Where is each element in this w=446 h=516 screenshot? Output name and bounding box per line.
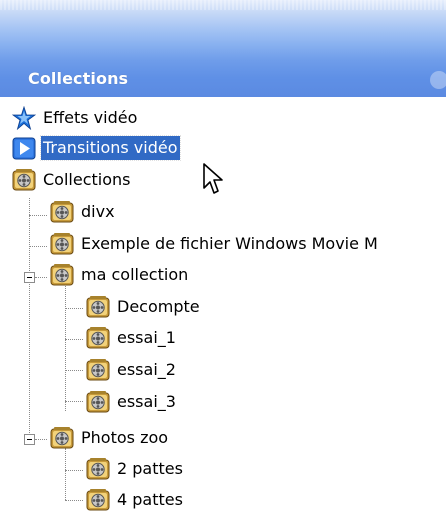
film-reel-icon [86, 295, 110, 319]
tree-item-label: Photos zoo [81, 428, 169, 447]
tree-line [29, 198, 30, 439]
collapse-toggle[interactable] [24, 434, 35, 445]
tree-line [35, 277, 47, 278]
tree-item-label: essai_3 [117, 392, 176, 411]
tree-item-transitions-video[interactable]: Transitions vidéo [12, 133, 181, 163]
film-reel-icon [50, 426, 74, 450]
film-reel-icon [86, 457, 110, 481]
film-reel-icon [86, 390, 110, 414]
film-reel-icon [50, 232, 74, 256]
tree-line [29, 215, 47, 216]
tree-item-collections[interactable]: Collections [12, 165, 132, 195]
collections-tree: Effets vidéo Transitions vidéo Collectio… [0, 97, 446, 516]
collapse-chevron-icon[interactable] [430, 71, 446, 89]
film-reel-icon [86, 488, 110, 512]
tree-item-divx[interactable]: divx [50, 197, 117, 227]
tree-line [65, 339, 83, 340]
tree-item-label: Transitions vidéo [40, 135, 181, 161]
tree-item-effets-video[interactable]: Effets vidéo [12, 103, 139, 133]
tree-item-essai-3[interactable]: essai_3 [86, 387, 178, 417]
transition-play-icon [12, 136, 36, 160]
tree-item-exemple[interactable]: Exemple de fichier Windows Movie M [50, 229, 380, 259]
film-reel-icon [86, 326, 110, 350]
tree-item-label: Exemple de fichier Windows Movie M [81, 234, 378, 253]
tree-line [65, 470, 83, 471]
header-decoration [0, 0, 446, 10]
tree-item-label: Decompte [117, 297, 200, 316]
tree-line [35, 439, 47, 440]
mouse-cursor-icon [203, 163, 223, 194]
tree-item-2-pattes[interactable]: 2 pattes [86, 454, 185, 484]
collapse-toggle[interactable] [24, 272, 35, 283]
tree-item-4-pattes[interactable]: 4 pattes [86, 485, 185, 515]
tree-item-ma-collection[interactable]: ma collection [50, 260, 190, 290]
tree-line [65, 370, 83, 371]
tree-item-label: essai_2 [117, 360, 176, 379]
tree-item-label: Collections [43, 170, 131, 189]
tree-item-label: Effets vidéo [43, 108, 138, 127]
tree-line [65, 448, 66, 500]
tree-item-essai-2[interactable]: essai_2 [86, 355, 178, 385]
tree-item-essai-1[interactable]: essai_1 [86, 323, 178, 353]
film-reel-icon [86, 358, 110, 382]
tree-item-label: divx [81, 202, 115, 221]
tree-item-decompte[interactable]: Decompte [86, 292, 202, 322]
tree-line [65, 286, 66, 411]
panel-header: Collections [0, 0, 446, 97]
tree-item-label: essai_1 [117, 328, 176, 347]
tree-line [65, 308, 83, 309]
panel-title: Collections [28, 69, 129, 88]
tree-line [65, 401, 83, 402]
film-reel-icon [50, 200, 74, 224]
star-effects-icon [12, 106, 36, 130]
tree-item-label: ma collection [81, 265, 189, 284]
film-reel-icon [50, 263, 74, 287]
tree-item-photos-zoo[interactable]: Photos zoo [50, 423, 170, 453]
film-reel-icon [12, 168, 36, 192]
tree-line [29, 246, 47, 247]
tree-line [65, 500, 83, 501]
tree-item-label: 2 pattes [117, 459, 183, 478]
tree-item-label: 4 pattes [117, 490, 183, 509]
